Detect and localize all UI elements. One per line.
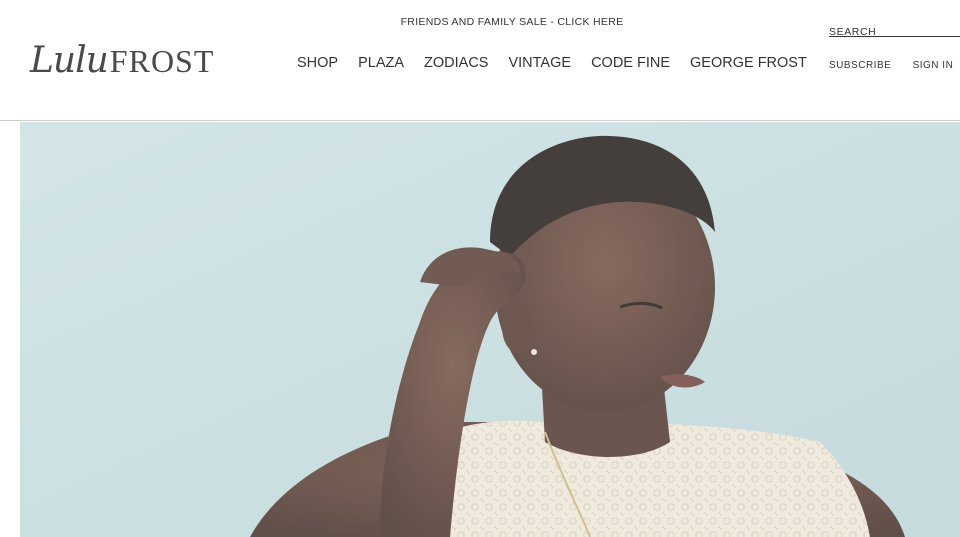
nav-item-george-frost[interactable]: GEORGE FROST [690, 55, 807, 71]
site-header: FRIENDS AND FAMILY SALE - CLICK HERE Lul… [0, 0, 960, 121]
nav-item-vintage[interactable]: VINTAGE [508, 55, 571, 71]
sign-in-link[interactable]: SIGN IN [913, 60, 954, 71]
earring [531, 349, 537, 355]
nav-item-shop[interactable]: SHOP [297, 55, 338, 71]
nav-item-plaza[interactable]: PLAZA [358, 55, 404, 71]
portrait-ear [502, 301, 534, 353]
hero-image[interactable] [20, 122, 960, 537]
main-nav: SHOP PLAZA ZODIACS VINTAGE CODE FINE GEO… [297, 55, 827, 71]
logo-script-text: Lulu [30, 40, 109, 81]
subscribe-link[interactable]: SUBSCRIBE [829, 60, 891, 71]
hero-portrait-illustration [20, 122, 960, 537]
search-input[interactable] [829, 26, 960, 38]
nav-item-zodiacs[interactable]: ZODIACS [424, 55, 488, 71]
promo-banner-link[interactable]: FRIENDS AND FAMILY SALE - CLICK HERE [0, 16, 960, 28]
logo-caps-text: FROST [109, 43, 215, 79]
account-links: SUBSCRIBE SIGN IN [829, 60, 953, 71]
brand-logo[interactable]: Lulu FROST [30, 40, 214, 84]
nav-item-code-fine[interactable]: CODE FINE [591, 55, 670, 71]
search-field [829, 22, 960, 38]
